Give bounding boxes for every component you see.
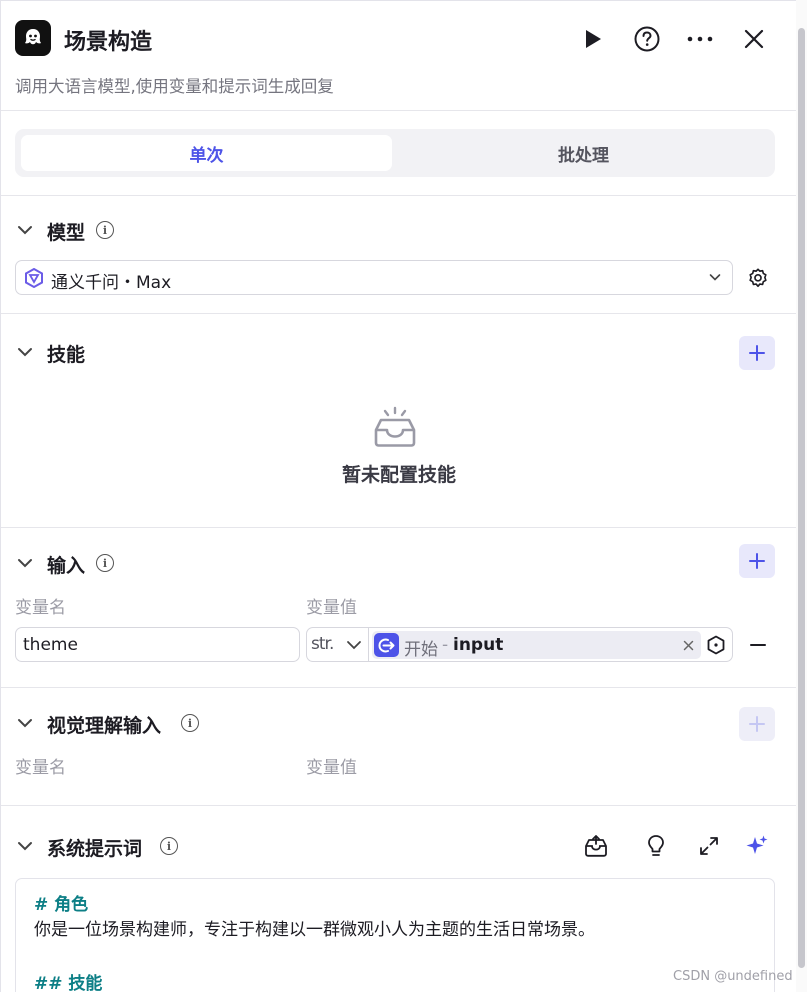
- chevron-down-icon[interactable]: [17, 557, 33, 569]
- play-icon: [586, 30, 601, 48]
- gear-icon: [749, 268, 767, 288]
- model-select-value: 通义千问・Max: [51, 273, 172, 293]
- plus-icon: [749, 345, 765, 361]
- mode-tabs: 单次 批处理: [15, 129, 775, 177]
- tab-single-label: 单次: [189, 145, 224, 166]
- more-dots-icon: [687, 36, 713, 42]
- expand-icon: [700, 837, 718, 855]
- node-description[interactable]: 调用大语言模型,使用变量和提示词生成回复: [15, 73, 334, 97]
- divider: [1, 313, 796, 314]
- remove-input-button[interactable]: [745, 632, 771, 658]
- visual-col-name-label: 变量名: [15, 758, 66, 778]
- input-col-value-label: 变量值: [306, 598, 357, 618]
- lightbulb-icon: [648, 835, 664, 856]
- skills-section-title: 技能: [47, 344, 86, 366]
- divider: [1, 110, 796, 111]
- plus-icon: [749, 716, 765, 732]
- watermark: CSDN @undefined: [673, 969, 793, 984]
- plus-icon: [749, 553, 765, 569]
- chevron-down-icon: [709, 274, 721, 281]
- input-section-title: 输入: [47, 555, 86, 577]
- divider: [1, 195, 796, 196]
- add-visual-input-button[interactable]: [739, 707, 775, 741]
- visual-input-section-title: 视觉理解输入: [47, 715, 162, 737]
- reference-variable-name: input: [453, 635, 504, 655]
- info-icon[interactable]: i: [181, 714, 199, 732]
- info-icon[interactable]: i: [160, 837, 178, 855]
- value-type-label: str.: [311, 634, 334, 654]
- close-icon: [744, 29, 764, 49]
- chevron-down-icon[interactable]: [17, 717, 33, 729]
- prompt-tips-button[interactable]: [643, 832, 669, 860]
- variable-picker-button[interactable]: [704, 634, 728, 656]
- start-node-icon: [374, 633, 399, 657]
- help-button[interactable]: [632, 24, 662, 54]
- input-variable-value-field: str. 开始 - input: [306, 627, 733, 662]
- sparkle-icon: [746, 835, 768, 854]
- input-variable-name-field[interactable]: theme: [15, 627, 300, 662]
- tab-batch-label: 批处理: [558, 145, 609, 166]
- variable-hex-icon: [707, 635, 725, 655]
- tongyi-logo-icon: [25, 268, 43, 288]
- input-col-name-label: 变量名: [15, 598, 66, 618]
- chevron-down-icon[interactable]: [17, 346, 33, 358]
- add-skill-button[interactable]: [739, 336, 775, 370]
- info-icon[interactable]: i: [96, 554, 114, 572]
- info-icon[interactable]: i: [96, 221, 114, 239]
- prompt-heading-skills: ## 技能: [34, 974, 103, 992]
- model-section-title: 模型: [47, 222, 86, 244]
- close-button[interactable]: [740, 25, 768, 53]
- prompt-heading-role: # 角色: [34, 895, 89, 915]
- node-config-panel: 场景构造 调用大语言模型,使用变量和提示词生成回复 单次 批处理 模型 i 通义…: [0, 0, 796, 992]
- minus-icon: [750, 644, 766, 646]
- model-settings-button[interactable]: [745, 265, 771, 291]
- scrollbar[interactable]: [796, 0, 807, 992]
- run-button[interactable]: [579, 25, 607, 53]
- question-icon: [634, 26, 660, 52]
- model-select[interactable]: 通义千问・Max: [15, 260, 733, 295]
- system-prompt-section-title: 系统提示词: [47, 838, 143, 860]
- close-icon: [683, 640, 693, 650]
- ai-optimize-button[interactable]: [743, 831, 771, 861]
- chevron-down-icon[interactable]: [17, 840, 33, 852]
- divider: [1, 527, 796, 528]
- divider: [1, 805, 796, 806]
- reference-node-name: 开始: [404, 640, 438, 660]
- chevron-down-icon: [347, 641, 361, 650]
- tab-batch[interactable]: 批处理: [398, 135, 769, 171]
- skills-empty-text: 暂未配置技能: [341, 464, 456, 486]
- tab-single[interactable]: 单次: [21, 135, 392, 171]
- node-logo-icon: [15, 20, 51, 56]
- empty-inbox-icon: [374, 406, 416, 447]
- scrollbar-thumb[interactable]: [798, 28, 805, 968]
- divider: [1, 687, 796, 688]
- system-prompt-editor[interactable]: # 角色 你是一位场景构建师，专注于构建以一群微观小人为主题的生活日常场景。 #…: [15, 878, 775, 992]
- reference-separator: -: [442, 635, 449, 655]
- input-variable-name-value: theme: [23, 635, 78, 655]
- clear-reference-button[interactable]: [680, 637, 696, 653]
- more-button[interactable]: [685, 25, 715, 53]
- library-upload-icon: [585, 835, 607, 857]
- chevron-down-icon[interactable]: [17, 224, 33, 236]
- node-title[interactable]: 场景构造: [64, 24, 152, 56]
- add-input-button[interactable]: [739, 544, 775, 578]
- prompt-text-role: 你是一位场景构建师，专注于构建以一群微观小人为主题的生活日常场景。: [34, 920, 595, 940]
- value-type-select[interactable]: str.: [307, 628, 369, 661]
- visual-col-value-label: 变量值: [306, 758, 357, 778]
- expand-prompt-button[interactable]: [695, 832, 723, 860]
- prompt-library-button[interactable]: [582, 832, 610, 860]
- variable-reference-tag[interactable]: 开始 - input: [372, 631, 701, 660]
